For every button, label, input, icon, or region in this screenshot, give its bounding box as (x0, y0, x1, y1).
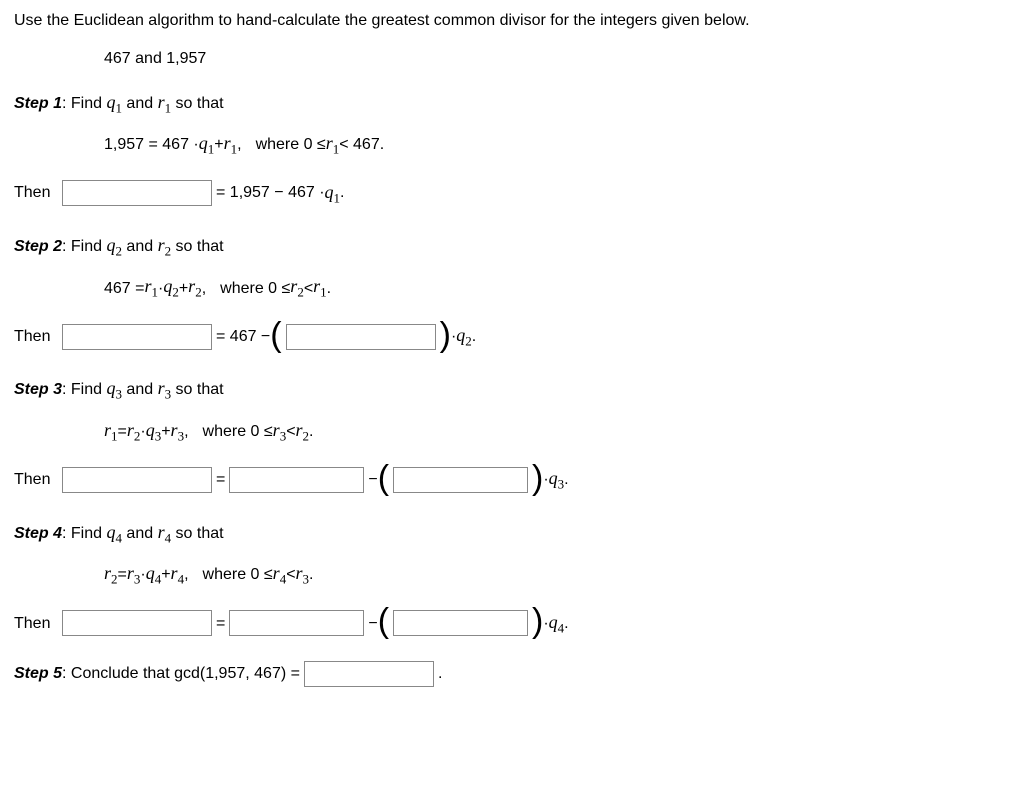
step3-input-r1[interactable] (229, 467, 364, 493)
step3-equation: r1 = r2 · q3 + r3,where 0 ≤ r3 < r2. (104, 420, 1010, 445)
step4-then: Then = − ( ) · q4. (14, 608, 1010, 639)
step4-label: Step 4 (14, 525, 62, 542)
given-numbers: 467 and 1,957 (104, 50, 1010, 68)
step3-input-r3[interactable] (62, 467, 212, 493)
step3-input-r2[interactable] (393, 467, 528, 493)
step5-line: Step 5: Conclude that gcd(1,957, 467) = … (14, 661, 1010, 687)
question-text: Use the Euclidean algorithm to hand-calc… (14, 8, 1010, 34)
step2-label: Step 2 (14, 238, 62, 255)
step2-then: Then = 467 − ( ) · q2. (14, 321, 1010, 352)
step4-equation: r2 = r3 · q4 + r4,where 0 ≤ r4 < r3. (104, 563, 1010, 588)
step1-input-r1[interactable] (62, 180, 212, 206)
step4-prompt: Step 4: Find q4 and r4 so that (14, 518, 1010, 549)
step1-prompt: Step 1: Find q1 and r1 so that (14, 88, 1010, 119)
step2-input-r2[interactable] (62, 324, 212, 350)
step3-label: Step 3 (14, 381, 62, 398)
step1-then: Then = 1,957 − 467 · q1. (14, 178, 1010, 209)
step1-equation: 1,957 = 467 · q1 + r1,where 0 ≤ r1 < 467… (104, 133, 1010, 158)
step2-equation: 467 = r1 · q2 + r2,where 0 ≤ r2 < r1. (104, 276, 1010, 301)
step4-input-r4[interactable] (62, 610, 212, 636)
step5-label: Step 5 (14, 661, 62, 687)
step4-input-r3[interactable] (393, 610, 528, 636)
step1-label: Step 1 (14, 95, 62, 112)
step3-prompt: Step 3: Find q3 and r3 so that (14, 374, 1010, 405)
step3-then: Then = − ( ) · q3. (14, 464, 1010, 495)
step5-input-gcd[interactable] (304, 661, 434, 687)
step2-prompt: Step 2: Find q2 and r2 so that (14, 231, 1010, 262)
step4-input-r2[interactable] (229, 610, 364, 636)
step2-input-r1[interactable] (286, 324, 436, 350)
